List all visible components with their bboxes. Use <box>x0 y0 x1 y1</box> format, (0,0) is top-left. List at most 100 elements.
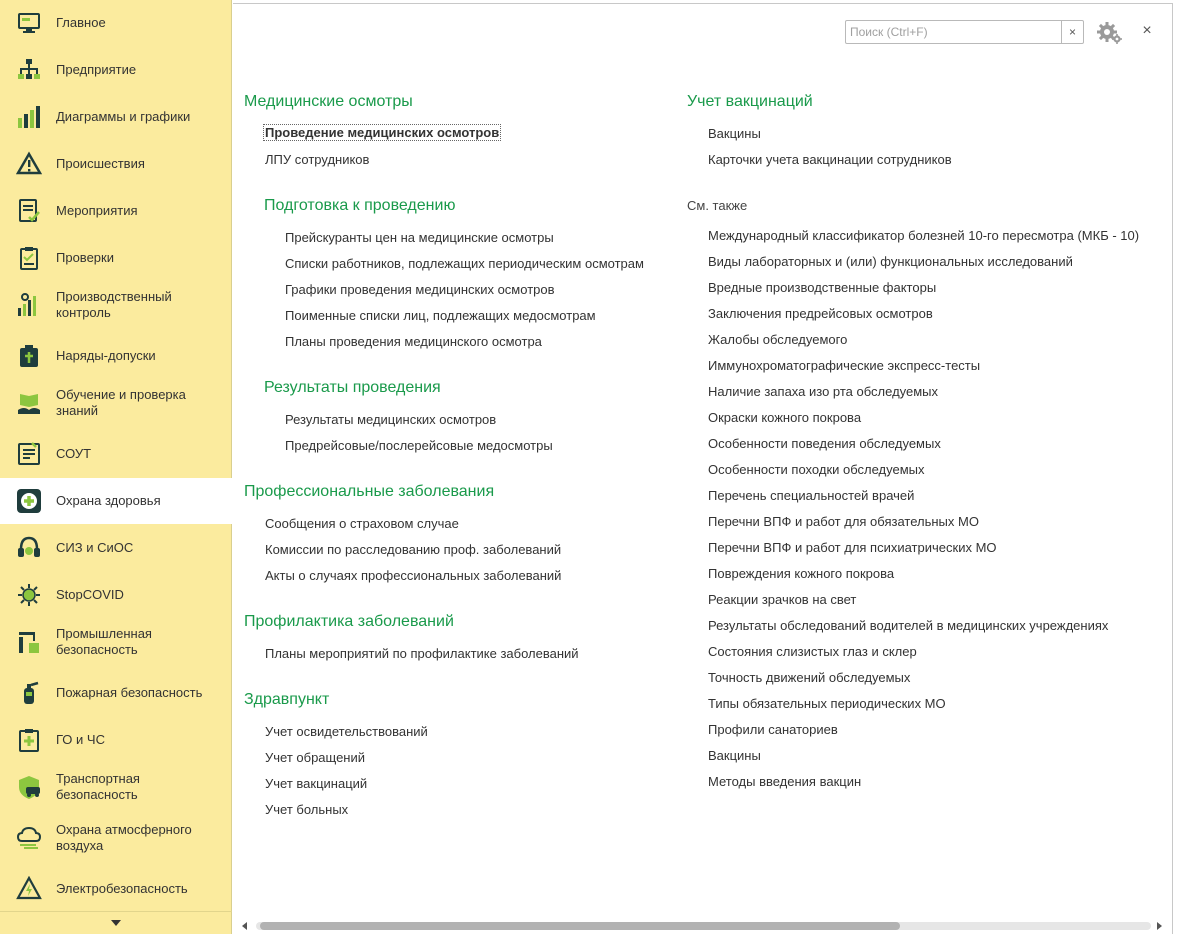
sidebar-item-label: ГО и ЧС <box>56 732 105 747</box>
link-examinations-record[interactable]: Учет освидетельствований <box>265 724 428 739</box>
sidebar-item-label: Транспортная безопасность <box>56 771 140 802</box>
see-also-link[interactable]: Методы введения вакцин <box>708 774 861 789</box>
sidebar-item[interactable]: Охрана здоровья <box>0 478 232 524</box>
permit-icon <box>15 342 43 370</box>
bar-chart-icon <box>15 103 43 131</box>
fire-extinguisher-icon <box>15 679 43 707</box>
sidebar-item[interactable]: Проверки <box>0 235 232 281</box>
see-also-link[interactable]: Результаты обследований водителей в меди… <box>708 618 1108 633</box>
see-also-link[interactable]: Заключения предрейсовых осмотров <box>708 306 933 321</box>
see-also-link[interactable]: Особенности поведения обследуемых <box>708 436 941 451</box>
org-structure-icon <box>15 56 43 84</box>
link-exam-results[interactable]: Результаты медицинских осмотров <box>285 412 496 427</box>
link-prevention-plans[interactable]: Планы мероприятий по профилактике заболе… <box>265 646 579 661</box>
sidebar-item[interactable]: Происшествия <box>0 141 232 187</box>
protective-gear-icon <box>15 534 43 562</box>
see-also-link[interactable]: Типы обязательных периодических МО <box>708 696 946 711</box>
see-also-link[interactable]: Наличие запаха изо рта обследуемых <box>708 384 938 399</box>
link-patients-record[interactable]: Учет больных <box>265 802 348 817</box>
health-cross-icon <box>15 487 43 515</box>
see-also-link[interactable]: Международный классификатор болезней 10-… <box>708 228 1139 243</box>
book-hand-icon <box>15 389 43 417</box>
link-conduct-exams[interactable]: Проведение медицинских осмотров <box>263 124 502 141</box>
section-title-prevention: Профилактика заболеваний <box>244 613 454 630</box>
gear-icon[interactable] <box>1095 20 1125 46</box>
link-visits-record[interactable]: Учет обращений <box>265 750 365 765</box>
sidebar-item[interactable]: Охрана атмосферного воздуха <box>0 815 232 861</box>
sidebar-item-label: Пожарная безопасность <box>56 685 203 700</box>
transport-shield-icon <box>15 773 43 801</box>
sidebar-item[interactable]: Электробезопасность <box>0 866 232 912</box>
sidebar-item[interactable]: ГО и ЧС <box>0 717 232 763</box>
see-also-link[interactable]: Жалобы обследуемого <box>708 332 847 347</box>
see-also-link[interactable]: Вредные производственные факторы <box>708 280 936 295</box>
link-vaccines[interactable]: Вакцины <box>708 126 761 141</box>
emergency-icon <box>15 726 43 754</box>
sidebar-scroll-down-button[interactable] <box>0 911 232 934</box>
see-also-link[interactable]: Вакцины <box>708 748 761 763</box>
see-also-link[interactable]: Иммунохроматографические экспресс-тесты <box>708 358 980 373</box>
see-also-link[interactable]: Профили санаториев <box>708 722 838 737</box>
link-investigation-commissions[interactable]: Комиссии по расследованию проф. заболева… <box>265 542 561 557</box>
see-also-link[interactable]: Состояния слизистых глаз и склер <box>708 644 917 659</box>
sidebar-item[interactable]: Производственный контроль <box>0 282 232 328</box>
link-pre-post-trip[interactable]: Предрейсовые/послерейсовые медосмотры <box>285 438 553 453</box>
see-also-link[interactable]: Реакции зрачков на свет <box>708 592 856 607</box>
sidebar-item[interactable]: Обучение и проверка знаний <box>0 380 232 426</box>
sidebar-item[interactable]: Наряды-допуски <box>0 333 232 379</box>
section-title-medical-exams: Медицинские осмотры <box>244 93 413 110</box>
sidebar-item-label: СОУТ <box>56 446 92 461</box>
scroll-right-arrow-icon[interactable] <box>1157 922 1162 930</box>
virus-icon <box>15 581 43 609</box>
sidebar-item[interactable]: Промышленная безопасность <box>0 619 232 665</box>
sidebar-item[interactable]: Главное <box>0 0 232 46</box>
see-also-link[interactable]: Перечни ВПФ и работ для обязательных МО <box>708 514 979 529</box>
sidebar-item[interactable]: Пожарная безопасность <box>0 670 232 716</box>
see-also-link[interactable]: Перечень специальностей врачей <box>708 488 914 503</box>
warning-icon <box>15 150 43 178</box>
sidebar-item-label: Предприятие <box>56 62 137 77</box>
search-clear-button[interactable]: × <box>1061 21 1083 43</box>
section-title-results: Результаты проведения <box>264 379 441 396</box>
link-price-lists[interactable]: Прейскуранты цен на медицинские осмотры <box>285 230 554 245</box>
assessment-icon <box>15 440 43 468</box>
sidebar-item-label: Мероприятия <box>56 203 138 218</box>
see-also-link[interactable]: Окраски кожного покрова <box>708 410 861 425</box>
see-also-link[interactable]: Виды лабораторных и (или) функциональных… <box>708 254 1073 269</box>
section-title-occupational-diseases: Профессиональные заболевания <box>244 483 495 500</box>
sidebar-item-label: Главное <box>56 15 106 30</box>
sidebar-item-label: Проверки <box>56 250 114 265</box>
link-vaccinations-record[interactable]: Учет вакцинаций <box>265 776 367 791</box>
sidebar-item-label: Электробезопасность <box>56 881 188 896</box>
link-exam-schedules[interactable]: Графики проведения медицинских осмотров <box>285 282 555 297</box>
see-also-link[interactable]: Перечни ВПФ и работ для психиатрических … <box>708 540 997 555</box>
see-also-link[interactable]: Особенности походки обследуемых <box>708 462 925 477</box>
close-button[interactable]: × <box>1139 22 1155 40</box>
sidebar-item[interactable]: StopCOVID <box>0 572 232 618</box>
see-also-link[interactable]: Точность движений обследуемых <box>708 670 910 685</box>
link-worker-lists[interactable]: Списки работников, подлежащих периодичес… <box>285 256 644 271</box>
link-vaccination-cards[interactable]: Карточки учета вакцинации сотрудников <box>708 152 952 167</box>
sidebar-item[interactable]: СОУТ <box>0 431 232 477</box>
sidebar-item-label: StopCOVID <box>56 587 124 602</box>
see-also-link[interactable]: Повреждения кожного покрова <box>708 566 894 581</box>
sidebar-item-label: СИЗ и СиОС <box>56 540 134 555</box>
link-lpu-employees[interactable]: ЛПУ сотрудников <box>265 152 369 167</box>
sidebar-item-label: Охрана атмосферного воздуха <box>56 822 192 853</box>
link-exam-plans[interactable]: Планы проведения медицинского осмотра <box>285 334 542 349</box>
sidebar-item[interactable]: Диаграммы и графики <box>0 94 232 140</box>
scrollbar-thumb[interactable] <box>260 922 900 930</box>
search-box: × <box>845 20 1084 44</box>
sidebar-item[interactable]: Мероприятия <box>0 188 232 234</box>
sidebar-item[interactable]: Транспортная безопасность <box>0 764 232 810</box>
main-panel: × × Медицинские осмотры Проведение медиц… <box>233 3 1173 934</box>
section-title-preparation: Подготовка к проведению <box>264 197 456 214</box>
search-input[interactable] <box>846 22 1061 42</box>
link-named-lists[interactable]: Поименные списки лиц, подлежащих медосмо… <box>285 308 596 323</box>
link-insurance-messages[interactable]: Сообщения о страховом случае <box>265 516 459 531</box>
sidebar-item[interactable]: СИЗ и СиОС <box>0 525 232 571</box>
link-disease-acts[interactable]: Акты о случаях профессиональных заболева… <box>265 568 561 583</box>
sidebar-item[interactable]: Предприятие <box>0 47 232 93</box>
horizontal-scrollbar[interactable] <box>233 918 1171 934</box>
scroll-left-arrow-icon[interactable] <box>242 922 247 930</box>
